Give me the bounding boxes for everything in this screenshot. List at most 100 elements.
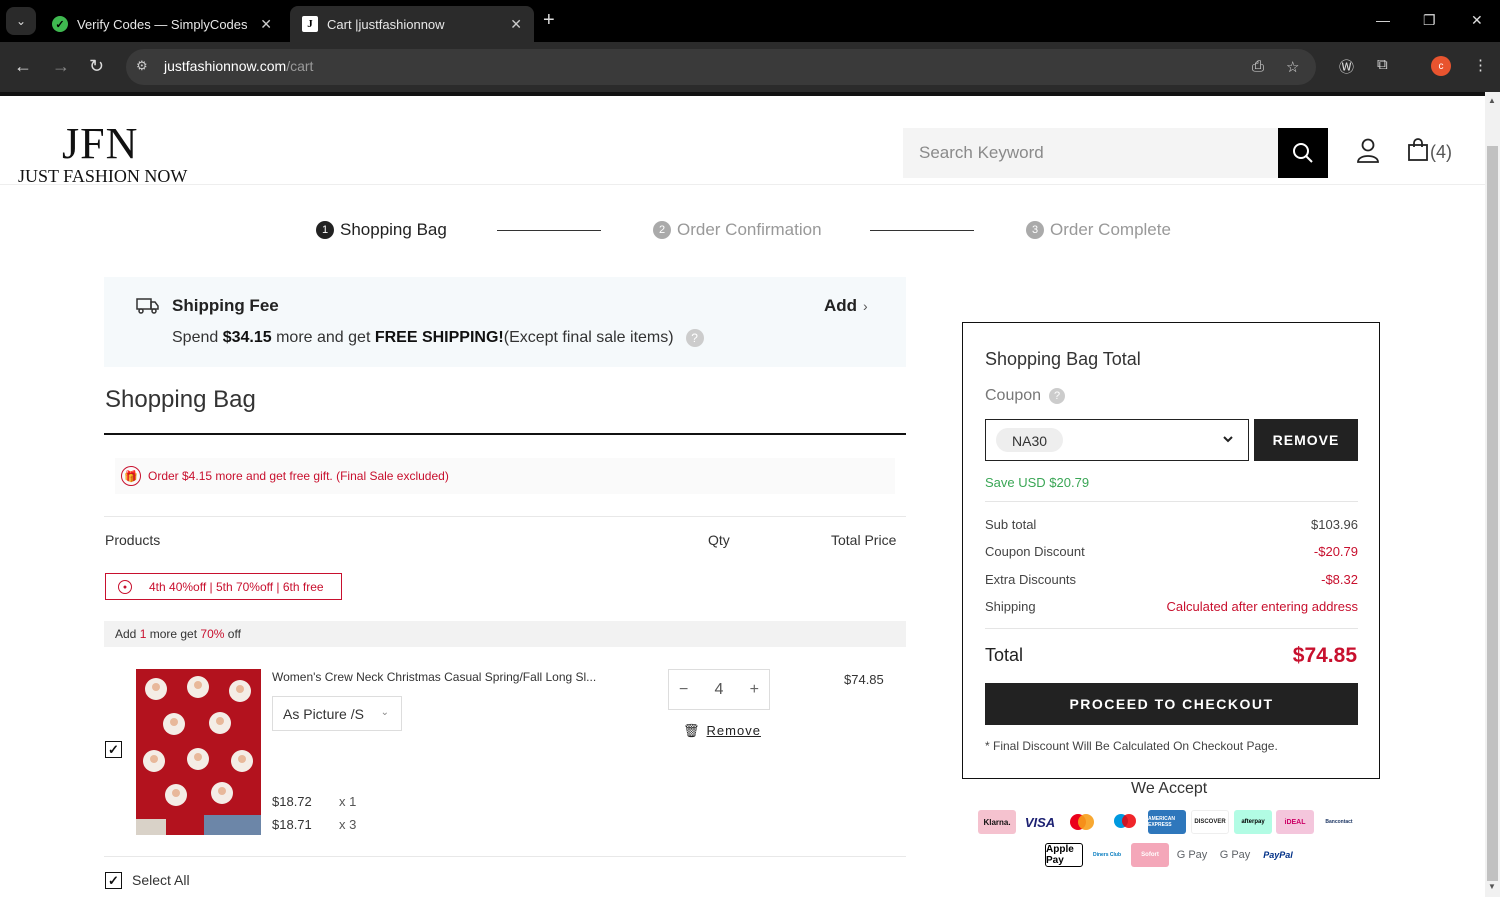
maestro-icon — [1106, 810, 1144, 834]
page-content: JFN JUST FASHION NOW (4) 1Shopping Bag 2… — [0, 96, 1485, 897]
ideal-icon: iDEAL — [1276, 810, 1314, 834]
shopping-bag-icon[interactable] — [1407, 138, 1429, 162]
shipping-fee-title: Shipping Fee — [172, 296, 279, 315]
decrement-button[interactable]: − — [679, 681, 688, 699]
page-scrollbar[interactable]: ▲ ▼ — [1485, 92, 1500, 897]
help-icon[interactable]: ? — [1049, 387, 1066, 404]
forward-icon[interactable]: → — [52, 56, 70, 76]
extra-discounts-row: Extra Discounts -$8.32 — [985, 572, 1358, 587]
install-app-icon[interactable]: ⎙ — [1252, 58, 1264, 75]
summary-title: Shopping Bag Total — [985, 349, 1141, 369]
divider — [104, 856, 906, 857]
total-price-column-header: Total Price — [831, 532, 897, 548]
tag-icon: ● — [118, 580, 132, 594]
step-connector — [870, 230, 974, 231]
search-button[interactable] — [1278, 128, 1328, 178]
gift-icon: 🎁 — [121, 466, 141, 486]
subtotal-row: Sub total $103.96 — [985, 517, 1358, 532]
discover-icon: DISCOVER — [1191, 810, 1229, 834]
tab-close-icon[interactable]: ✕ — [510, 16, 522, 33]
coupon-discount-row: Coupon Discount -$20.79 — [985, 544, 1358, 559]
paypal-icon: PayPal — [1259, 843, 1297, 867]
qty-column-header: Qty — [708, 532, 730, 548]
restore-icon[interactable]: ❐ — [1423, 12, 1436, 29]
item-checkbox[interactable]: ✓ — [105, 741, 122, 758]
proceed-to-checkout-button[interactable]: PROCEED TO CHECKOUT — [985, 683, 1358, 725]
line-total: $74.85 — [844, 672, 884, 687]
increment-button[interactable]: + — [750, 681, 759, 699]
shopping-bag-heading: Shopping Bag — [105, 386, 256, 413]
scroll-thumb[interactable] — [1487, 146, 1498, 881]
tab-simplycodes[interactable]: ✓ Verify Codes — SimplyCodes ✕ — [40, 6, 284, 42]
profile-avatar[interactable]: c — [1431, 56, 1451, 76]
order-summary-panel: Shopping Bag Total Coupon? NA30 REMOVE S… — [962, 322, 1380, 779]
bag-count[interactable]: (4) — [1430, 142, 1452, 163]
sofort-icon: Sofort — [1131, 843, 1169, 867]
shipping-row: Shipping Calculated after entering addres… — [985, 599, 1358, 614]
url-text: justfashionnow.com/cart — [164, 58, 314, 74]
promo-tag[interactable]: ● 4th 40%off | 5th 70%off | 6th free — [105, 573, 342, 600]
help-icon[interactable]: ? — [685, 329, 704, 347]
divider — [985, 501, 1358, 502]
step-order-complete: 3 Order Complete — [1026, 220, 1171, 240]
extension-w-icon[interactable]: Ⓦ — [1339, 56, 1354, 77]
browser-tab-bar: ⌄ ✓ Verify Codes — SimplyCodes ✕ J Cart … — [0, 0, 1500, 42]
close-window-icon[interactable]: ✕ — [1471, 12, 1483, 29]
tab-title: Verify Codes — SimplyCodes — [77, 16, 248, 32]
simplycodes-favicon-icon: ✓ — [52, 16, 68, 32]
free-gift-text: Order $4.15 more and get free gift. (Fin… — [148, 469, 449, 483]
chevron-right-icon: › — [863, 298, 868, 314]
we-accept-title: We Accept — [1131, 780, 1208, 797]
remove-coupon-button[interactable]: REMOVE — [1254, 419, 1358, 461]
tab-search-chevron-icon[interactable]: ⌄ — [6, 7, 36, 35]
diners-club-icon: Diners Club — [1088, 843, 1126, 867]
bancontact-icon: Bancontact — [1320, 810, 1358, 834]
afterpay-icon: afterpay — [1234, 810, 1272, 834]
bookmark-star-icon[interactable]: ☆ — [1286, 58, 1299, 76]
search-input[interactable] — [903, 128, 1279, 178]
browser-menu-icon[interactable]: ⋮ — [1473, 56, 1488, 74]
add-more-bar: Add 1 more get 70% off — [104, 621, 906, 647]
extensions-puzzle-icon[interactable]: ⧉ — [1377, 56, 1388, 73]
variant-select[interactable]: As Picture /S ⌄ — [272, 696, 402, 731]
google-pay-icon: G Pay — [1216, 843, 1254, 867]
step-shopping-bag: 1 Shopping Bag — [316, 220, 447, 240]
logo-mark[interactable]: JFN — [62, 118, 138, 169]
reload-icon[interactable]: ↻ — [89, 56, 104, 76]
select-all-label[interactable]: Select All — [132, 872, 190, 888]
shipping-promo-text: Spend $34.15 more and get FREE SHIPPING!… — [172, 329, 704, 347]
tab-cart[interactable]: J Cart |justfashionnow ✕ — [290, 6, 534, 42]
logo-text[interactable]: JUST FASHION NOW — [18, 166, 187, 187]
user-account-icon[interactable] — [1356, 138, 1380, 164]
price-line: $18.72 x 1 — [272, 794, 357, 809]
free-gift-bar: 🎁 Order $4.15 more and get free gift. (F… — [115, 458, 895, 494]
divider — [104, 516, 906, 517]
tab-close-icon[interactable]: ✕ — [260, 16, 272, 33]
back-icon[interactable]: ← — [14, 56, 32, 76]
minimize-icon[interactable]: — — [1376, 12, 1390, 28]
product-image[interactable] — [136, 669, 261, 835]
quantity-stepper: − 4 + — [668, 669, 770, 710]
coupon-savings: Save USD $20.79 — [985, 475, 1090, 490]
site-info-icon[interactable]: ⚙ — [136, 58, 148, 74]
step-connector — [497, 230, 601, 231]
tab-title: Cart |justfashionnow — [327, 16, 445, 32]
product-name[interactable]: Women's Crew Neck Christmas Casual Sprin… — [272, 670, 617, 684]
scroll-up-icon[interactable]: ▲ — [1488, 96, 1496, 105]
divider — [985, 628, 1358, 629]
remove-item-link[interactable]: 🗑 Remove — [683, 723, 761, 739]
chevron-down-icon — [1223, 436, 1233, 443]
new-tab-icon[interactable]: + — [543, 10, 555, 30]
jfn-favicon-icon: J — [302, 16, 318, 32]
coupon-select[interactable]: NA30 — [985, 419, 1249, 461]
shipping-add-link[interactable]: Add › — [824, 296, 868, 316]
coupon-chip: NA30 — [996, 428, 1064, 452]
select-all-checkbox[interactable]: ✓ — [105, 872, 122, 889]
address-bar[interactable]: ⚙ justfashionnow.com/cart ⎙ ☆ — [126, 49, 1316, 85]
total-label: Total — [985, 645, 1024, 665]
site-header: JFN JUST FASHION NOW (4) — [0, 96, 1485, 187]
chevron-down-icon: ⌄ — [380, 707, 389, 718]
klarna-icon: Klarna. — [978, 810, 1016, 834]
scroll-down-icon[interactable]: ▼ — [1488, 882, 1496, 891]
quantity-value[interactable]: 4 — [715, 681, 724, 699]
